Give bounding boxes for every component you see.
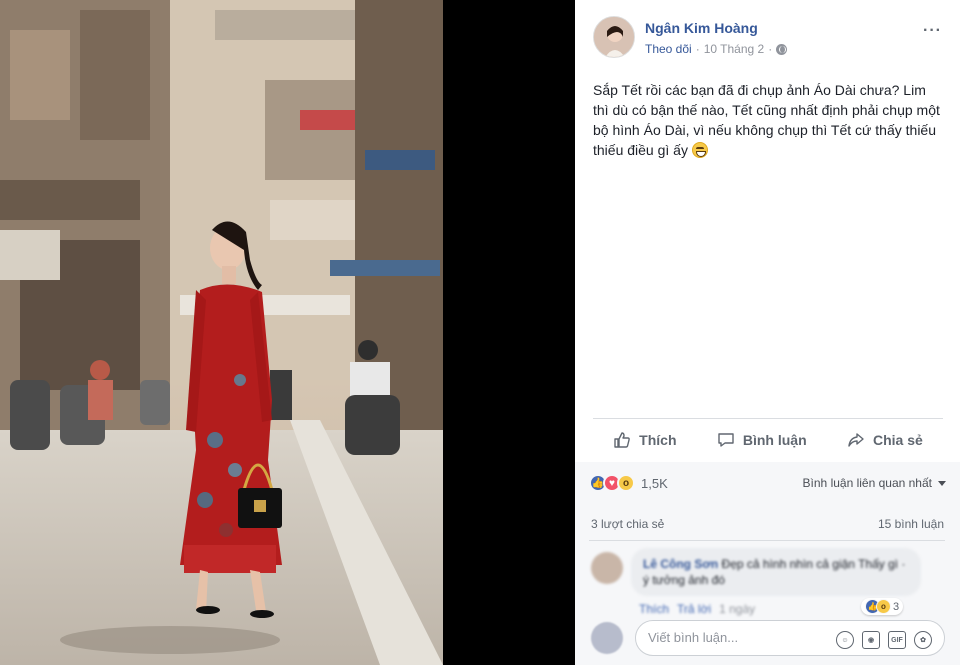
commenter-name[interactable]: Lê Công Sơn <box>643 557 718 571</box>
comment-bubble: Lê Công Sơn Đẹp cả hình nhìn cả giận Thấ… <box>631 548 921 596</box>
comment-reactions[interactable]: 👍 o 3 <box>861 598 904 615</box>
author-info: Ngân Kim Hoàng Theo dõi · 10 Tháng 2 · <box>645 20 788 58</box>
post-side-panel: Ngân Kim Hoàng Theo dõi · 10 Tháng 2 · ·… <box>575 0 960 665</box>
post-meta: Theo dõi · 10 Tháng 2 · <box>645 42 788 56</box>
comment-input-placeholder: Viết bình luận... <box>648 630 739 645</box>
author-avatar[interactable] <box>593 16 635 58</box>
post-photo[interactable] <box>0 0 443 665</box>
share-button[interactable]: Chia sẻ <box>847 431 923 449</box>
reactions-summary[interactable]: 👍 ♥ o 1,5K <box>589 474 668 492</box>
post-body: Sắp Tết rồi các bạn đã đi chụp ảnh Áo Dà… <box>593 82 940 158</box>
post-header: Ngân Kim Hoàng Theo dõi · 10 Tháng 2 · <box>593 16 788 58</box>
emoji-icon[interactable]: ☺ <box>836 631 854 649</box>
gif-icon[interactable]: GIF <box>888 631 906 649</box>
photo-viewer: Ngân Kim Hoàng Theo dõi · 10 Tháng 2 · ·… <box>0 0 960 665</box>
comment-button[interactable]: Bình luận <box>717 431 807 449</box>
composer-icons: ☺ ◉ GIF ✿ <box>836 631 932 649</box>
comment-like-link[interactable]: Thích <box>639 602 669 616</box>
avatar-image <box>594 17 634 57</box>
comment-actions: Thích Trả lời 1 ngày <box>639 602 755 616</box>
comment-sort-dropdown[interactable]: Bình luận liên quan nhất <box>803 476 946 490</box>
follow-link[interactable]: Theo dõi <box>645 42 692 56</box>
comment-reply-link[interactable]: Trả lời <box>677 602 711 616</box>
comment-icon <box>718 433 734 447</box>
reactions-count: 1,5K <box>641 475 668 491</box>
photo-scene <box>0 0 443 665</box>
viewer-avatar <box>591 622 623 654</box>
divider <box>593 418 943 419</box>
post-date[interactable]: 10 Tháng 2 <box>704 42 765 56</box>
comment-time[interactable]: 1 ngày <box>719 602 755 616</box>
photo-backdrop <box>443 0 575 665</box>
haha-reaction-icon: o <box>876 599 891 614</box>
meta-separator-2: · <box>768 42 773 56</box>
post-actions: Thích Bình luận Chia sẻ <box>593 420 943 460</box>
grinning-emoji-icon <box>691 142 708 158</box>
meta-separator: · <box>695 42 700 56</box>
globe-icon <box>776 43 788 55</box>
post-text: Sắp Tết rồi các bạn đã đi chụp ảnh Áo Dà… <box>593 80 945 160</box>
divider <box>589 540 945 541</box>
commenter-avatar[interactable] <box>591 552 623 584</box>
more-options-icon[interactable]: ··· <box>923 22 942 40</box>
thumbs-up-icon <box>614 432 630 448</box>
share-label: Chia sẻ <box>872 432 923 448</box>
comment-input[interactable]: Viết bình luận... ☺ ◉ GIF ✿ <box>635 620 945 656</box>
comments-count[interactable]: 15 bình luận <box>878 517 944 531</box>
comment-composer: Viết bình luận... ☺ ◉ GIF ✿ <box>589 618 949 658</box>
like-button[interactable]: Thích <box>613 431 677 449</box>
engagement-section: 👍 ♥ o 1,5K Bình luận liên quan nhất 3 lư… <box>575 462 960 665</box>
wow-reaction-icon: o <box>617 474 635 492</box>
like-label: Thích <box>639 432 677 448</box>
comment-label: Bình luận <box>742 432 807 448</box>
caret-down-icon <box>938 480 946 486</box>
shares-count[interactable]: 3 lượt chia sẻ <box>591 517 664 531</box>
comment-react-count: 3 <box>893 600 900 613</box>
sticker-icon[interactable]: ✿ <box>914 631 932 649</box>
share-icon <box>848 433 864 447</box>
camera-icon[interactable]: ◉ <box>862 631 880 649</box>
sort-label: Bình luận liên quan nhất <box>802 476 932 490</box>
author-name[interactable]: Ngân Kim Hoàng <box>645 20 787 36</box>
